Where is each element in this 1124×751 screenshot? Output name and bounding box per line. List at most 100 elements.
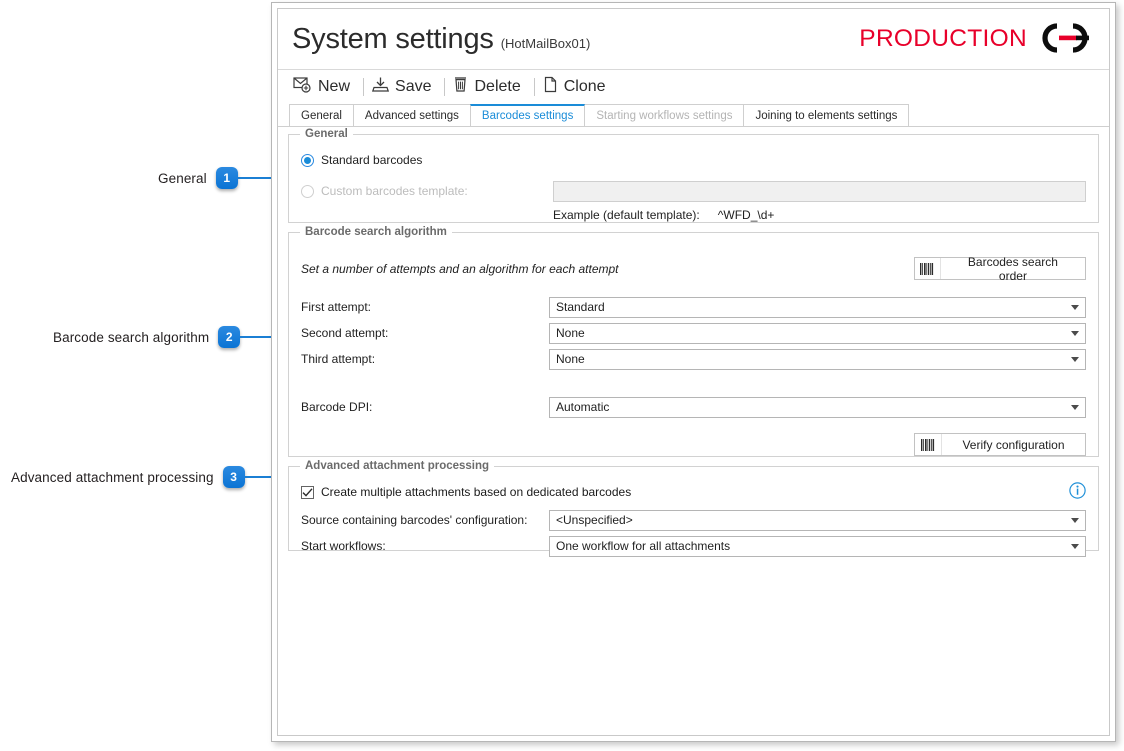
first-attempt-row: First attempt: Standard: [301, 296, 1086, 318]
start-workflows-row: Start workflows: One workflow for all at…: [301, 535, 1086, 557]
search-algorithm-hint: Set a number of attempts and an algorith…: [301, 261, 619, 276]
callout-advanced-attachment-processing: Advanced attachment processing 3: [11, 466, 285, 488]
window-header: System settings (HotMailBox01) PRODUCTIO…: [278, 9, 1109, 70]
first-attempt-select[interactable]: Standard: [549, 296, 1086, 318]
first-attempt-value: Standard: [556, 300, 605, 314]
callout-badge: 3: [222, 466, 245, 488]
barcode-search-group-legend: Barcode search algorithm: [300, 226, 452, 238]
custom-barcodes-label: Custom barcodes template:: [321, 184, 468, 198]
callout-label: General: [158, 170, 207, 186]
save-icon: [371, 76, 390, 98]
source-containing-barcodes-row: Source containing barcodes' configuratio…: [301, 509, 1086, 531]
third-attempt-row: Third attempt: None: [301, 348, 1086, 370]
title-area: System settings (HotMailBox01): [292, 23, 590, 56]
tab-joining-to-elements-settings[interactable]: Joining to elements settings: [743, 104, 910, 126]
barcodes-search-order-button[interactable]: Barcodes search order: [914, 254, 1086, 283]
callout-barcode-search-algorithm: Barcode search algorithm 2: [53, 326, 279, 348]
callout-label: Advanced attachment processing: [11, 469, 214, 485]
custom-barcodes-template-row: Custom barcodes template:: [301, 180, 1086, 202]
create-multiple-attachments-label: Create multiple attachments based on ded…: [321, 485, 632, 499]
tab-bar: General Advanced settings Barcodes setti…: [278, 104, 1109, 127]
callout-badge: 2: [218, 326, 241, 348]
standard-barcodes-row[interactable]: Standard barcodes: [301, 149, 1086, 171]
chevron-down-icon: [1071, 330, 1079, 336]
start-workflows-label: Start workflows:: [301, 539, 386, 553]
tab-starting-workflows-settings: Starting workflows settings: [584, 104, 745, 126]
advanced-attachment-processing-group: Advanced attachment processing Create mu…: [288, 460, 1099, 557]
window-inner-panel: System settings (HotMailBox01) PRODUCTIO…: [277, 8, 1110, 736]
start-workflows-value: One workflow for all attachments: [556, 539, 731, 553]
chevron-down-icon: [1071, 517, 1079, 523]
trash-icon: [453, 76, 468, 98]
barcode-icon: [915, 434, 942, 455]
third-attempt-select[interactable]: None: [549, 348, 1086, 370]
barcode-dpi-value: Automatic: [556, 400, 610, 414]
tab-barcodes-settings[interactable]: Barcodes settings: [469, 104, 586, 126]
callout-badge: 1: [215, 167, 238, 189]
second-attempt-row: Second attempt: None: [301, 322, 1086, 344]
page-subtitle: (HotMailBox01): [500, 35, 591, 51]
third-attempt-value: None: [556, 352, 585, 366]
barcode-search-algorithm-group: Barcode search algorithm Set a number of…: [288, 226, 1099, 457]
verify-configuration-label: Verify configuration: [962, 437, 1065, 452]
custom-barcodes-radio: [301, 184, 314, 198]
barcode-dpi-row: Barcode DPI: Automatic: [301, 396, 1086, 418]
barcode-dpi-select[interactable]: Automatic: [549, 396, 1086, 418]
barcode-icon: [915, 258, 941, 279]
tab-advanced-settings[interactable]: Advanced settings: [352, 104, 471, 126]
advanced-group-legend: Advanced attachment processing: [300, 460, 495, 472]
tab-content-barcodes-settings: General Standard barcodes Custom barcode…: [278, 127, 1109, 557]
second-attempt-select[interactable]: None: [549, 322, 1086, 344]
toolbar: New Save Delete Clone: [278, 70, 1109, 104]
source-containing-barcodes-select[interactable]: <Unspecified>: [549, 509, 1086, 531]
example-label: Example (default template):: [553, 208, 700, 222]
brand-area: PRODUCTION: [859, 21, 1097, 58]
standard-barcodes-label: Standard barcodes: [321, 153, 423, 167]
callout-label: Barcode search algorithm: [53, 329, 210, 345]
custom-barcodes-template-input: [553, 180, 1086, 202]
create-multiple-attachments-checkbox[interactable]: [301, 485, 314, 499]
clone-button-label: Clone: [563, 78, 606, 95]
second-attempt-value: None: [556, 326, 585, 340]
check-icon: [302, 487, 313, 497]
delete-button[interactable]: Delete: [449, 74, 529, 100]
application-window: System settings (HotMailBox01) PRODUCTIO…: [271, 2, 1116, 742]
tab-general[interactable]: General: [289, 104, 354, 126]
general-group: General Standard barcodes Custom barcode…: [288, 128, 1099, 223]
create-multiple-attachments-row: Create multiple attachments based on ded…: [301, 481, 1086, 503]
new-mail-icon: [293, 76, 312, 98]
new-button-label: New: [318, 78, 351, 95]
second-attempt-label: Second attempt:: [301, 326, 389, 340]
start-workflows-select[interactable]: One workflow for all attachments: [549, 535, 1086, 557]
example-template-line: Example (default template): ^WFD_\d+: [553, 208, 1086, 222]
document-copy-icon: [543, 76, 558, 98]
source-containing-barcodes-label: Source containing barcodes' configuratio…: [301, 513, 528, 527]
info-icon[interactable]: [1069, 482, 1086, 502]
verify-configuration-button[interactable]: Verify configuration: [914, 433, 1086, 456]
first-attempt-label: First attempt:: [301, 300, 372, 314]
chain-link-logo-icon: [1037, 21, 1093, 58]
chevron-down-icon: [1071, 304, 1079, 310]
callout-general: General 1: [158, 167, 274, 189]
save-button-label: Save: [395, 78, 432, 95]
callout-leader-line: [237, 177, 274, 179]
general-group-legend: General: [300, 128, 353, 140]
brand-label: PRODUCTION: [859, 25, 1027, 52]
chevron-down-icon: [1071, 404, 1079, 410]
barcode-dpi-label: Barcode DPI:: [301, 400, 373, 414]
page-title: System settings: [292, 22, 494, 55]
source-containing-barcodes-value: <Unspecified>: [556, 513, 633, 527]
chevron-down-icon: [1071, 543, 1079, 549]
toolbar-separator: [444, 78, 446, 96]
toolbar-separator: [533, 78, 535, 96]
toolbar-separator: [363, 78, 365, 96]
barcodes-search-order-label: Barcodes search order: [967, 254, 1058, 283]
third-attempt-label: Third attempt:: [301, 352, 376, 366]
delete-button-label: Delete: [474, 78, 521, 95]
clone-button[interactable]: Clone: [539, 74, 615, 100]
example-value: ^WFD_\d+: [717, 208, 775, 222]
standard-barcodes-radio[interactable]: [301, 153, 314, 167]
save-button[interactable]: Save: [368, 74, 440, 100]
chevron-down-icon: [1071, 356, 1079, 362]
new-button[interactable]: New: [289, 74, 359, 100]
